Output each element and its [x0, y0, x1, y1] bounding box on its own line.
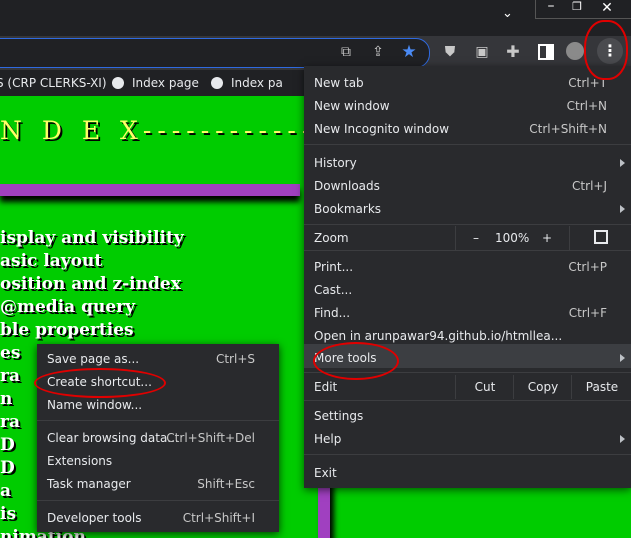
bookmark-star-icon[interactable]: ★ — [399, 42, 419, 62]
fullscreen-icon — [594, 230, 608, 244]
topic-link[interactable]: osition and z-index — [0, 274, 181, 294]
menu-separator — [304, 144, 631, 145]
shortcut-label: Ctrl+S — [215, 352, 255, 366]
bookmark-item[interactable]: Index page — [112, 76, 199, 90]
menu-item-print[interactable]: Print... — [314, 256, 353, 278]
submenu-item-extensions[interactable]: Extensions — [47, 450, 112, 472]
globe-icon — [211, 77, 223, 89]
edit-label: Edit — [314, 380, 338, 394]
menu-item-cast[interactable]: Cast... — [314, 279, 352, 301]
annotation-circle-menu — [584, 20, 628, 80]
close-icon[interactable]: ✕ — [594, 0, 620, 16]
submenu-arrow-icon — [620, 159, 625, 167]
annotation-circle-create-shortcut — [34, 368, 166, 398]
menu-item-new-incognito[interactable]: New Incognito window — [314, 118, 449, 140]
window-controls: – ❐ ✕ — [535, 0, 631, 19]
bookmark-label: Index pa — [231, 76, 283, 90]
zoom-level: 100% — [495, 231, 530, 245]
topic-link[interactable]: D — [0, 458, 15, 478]
bookmark-item[interactable]: Index pa — [211, 76, 283, 90]
topic-link[interactable]: a — [0, 481, 11, 501]
puzzle-extensions-icon[interactable]: ✚ — [503, 42, 523, 62]
side-panel-icon[interactable] — [538, 44, 554, 60]
annotation-circle-more-tools — [313, 342, 399, 380]
shortcut-label: Ctrl+N — [566, 99, 607, 113]
zoom-label: Zoom — [314, 231, 349, 245]
submenu-item-developer-tools[interactable]: Developer tools — [47, 507, 142, 529]
topic-link[interactable]: ra — [0, 412, 20, 432]
accent-divider — [0, 184, 300, 196]
globe-icon — [112, 77, 124, 89]
shortcut-label: Ctrl+Shift+N — [529, 122, 607, 136]
shortcut-label: Shift+Esc — [197, 477, 255, 491]
menu-separator — [37, 420, 279, 421]
menu-separator — [304, 400, 631, 401]
browser-main-menu: New tab Ctrl+T New window Ctrl+N New Inc… — [304, 66, 631, 488]
topic-link[interactable]: @media query — [0, 297, 135, 317]
shortcut-label: Ctrl+J — [572, 179, 607, 193]
profile-avatar[interactable] — [566, 42, 584, 60]
shield-extension-icon[interactable]: ⛊ — [440, 42, 460, 62]
submenu-arrow-icon — [620, 354, 625, 362]
restore-icon[interactable]: ❐ — [564, 0, 590, 13]
submenu-arrow-icon — [620, 435, 625, 443]
menu-item-settings[interactable]: Settings — [314, 405, 363, 427]
page-heading: N D E X-------------- — [0, 116, 346, 145]
zoom-out-button[interactable]: – — [455, 226, 496, 250]
shortcut-label: Ctrl+Shift+I — [182, 511, 255, 525]
share-icon[interactable]: ⇪ — [368, 42, 388, 62]
menu-separator — [304, 224, 631, 225]
title-bar: ⌄ – ❐ ✕ — [0, 0, 631, 36]
zoom-in-button[interactable]: + — [525, 226, 569, 250]
menu-item-exit[interactable]: Exit — [314, 462, 337, 484]
topic-link[interactable]: D — [0, 435, 15, 455]
fullscreen-button[interactable] — [569, 226, 631, 250]
topic-link[interactable]: ble properties — [0, 320, 134, 340]
menu-item-new-window[interactable]: New window — [314, 95, 390, 117]
submenu-arrow-icon — [620, 205, 625, 213]
topic-link[interactable]: asic layout — [0, 251, 102, 271]
submenu-item-save-page[interactable]: Save page as... — [47, 348, 139, 370]
bookmark-label: S (CRP CLERKS-XI) — [0, 76, 107, 90]
menu-item-bookmarks[interactable]: Bookmarks — [314, 198, 381, 220]
bookmark-item[interactable]: S (CRP CLERKS-XI) — [0, 76, 107, 90]
menu-item-history[interactable]: History — [314, 152, 357, 174]
menu-item-new-tab[interactable]: New tab — [314, 72, 364, 94]
shortcut-label: Ctrl+F — [568, 306, 607, 320]
open-in-page-icon[interactable]: ⧉ — [336, 42, 356, 62]
address-bar[interactable] — [0, 38, 430, 68]
topic-link[interactable]: n — [0, 389, 12, 409]
copy-button[interactable]: Copy — [513, 375, 572, 399]
topic-link[interactable]: is — [0, 504, 16, 524]
menu-separator — [304, 454, 631, 455]
shortcut-label: Ctrl+P — [568, 260, 607, 274]
extension-icon[interactable]: ▣ — [472, 42, 492, 62]
topic-link[interactable]: es — [0, 343, 20, 363]
shortcut-label: Ctrl+Shift+Del — [166, 431, 255, 445]
submenu-item-task-manager[interactable]: Task manager — [47, 473, 131, 495]
menu-item-find[interactable]: Find... — [314, 302, 350, 324]
menu-item-help[interactable]: Help — [314, 428, 341, 450]
minimize-icon[interactable]: – — [538, 0, 564, 14]
topic-link[interactable]: isplay and visibility — [0, 228, 184, 248]
bookmark-label: Index page — [132, 76, 199, 90]
paste-button[interactable]: Paste — [571, 375, 631, 399]
menu-item-downloads[interactable]: Downloads — [314, 175, 380, 197]
cut-button[interactable]: Cut — [455, 375, 514, 399]
topic-link[interactable]: ra — [0, 366, 20, 386]
menu-separator — [37, 500, 279, 501]
menu-separator — [304, 250, 631, 251]
submenu-item-clear-browsing-data[interactable]: Clear browsing data... — [47, 427, 179, 449]
tab-search-icon[interactable]: ⌄ — [502, 6, 513, 21]
